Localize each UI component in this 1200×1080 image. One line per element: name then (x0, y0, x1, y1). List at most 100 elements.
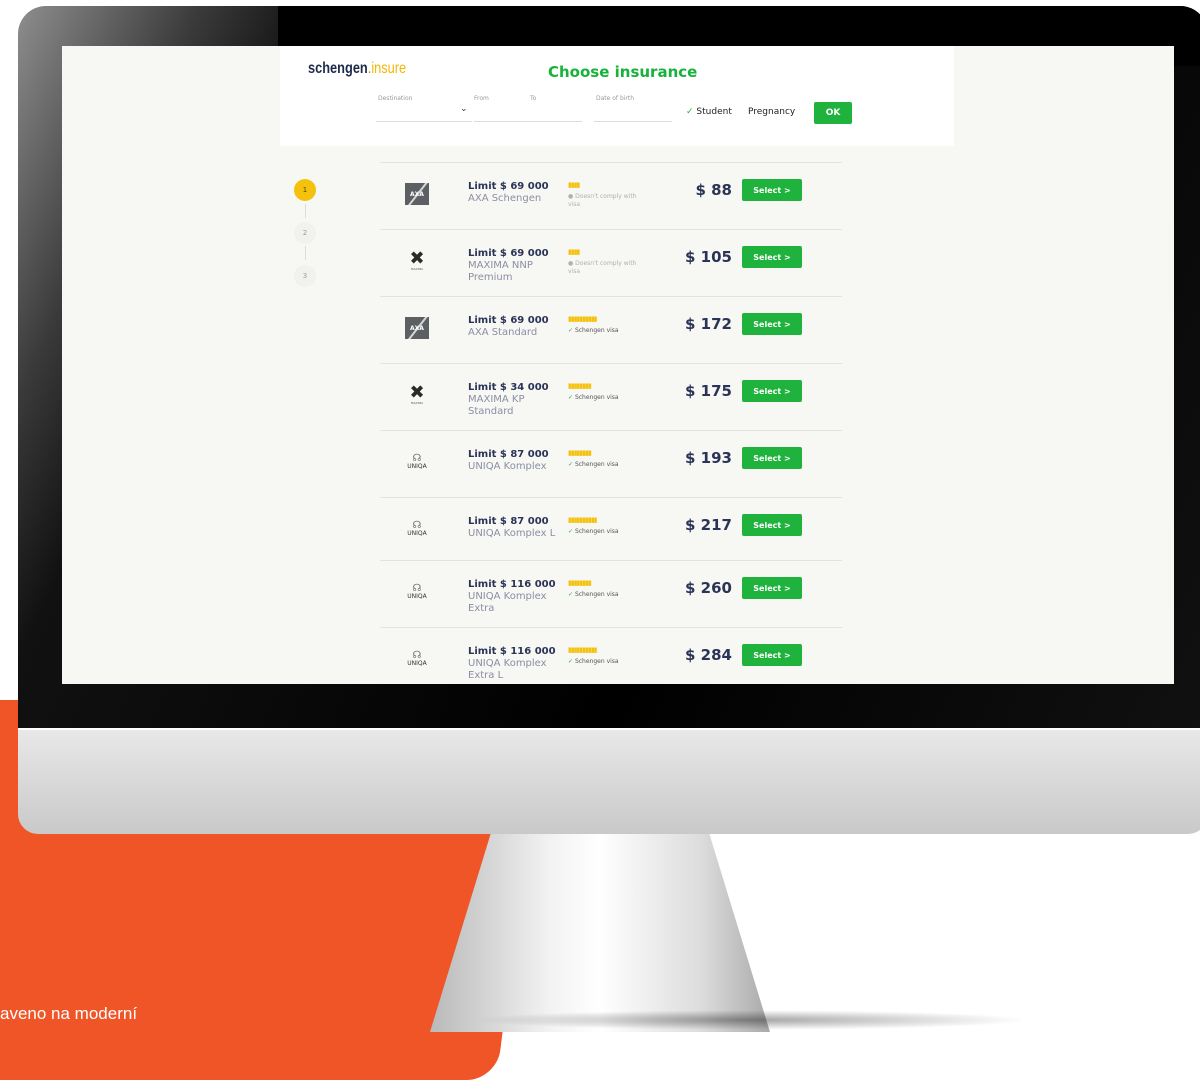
date-range-input[interactable] (474, 121, 582, 122)
price: $ 88 (695, 181, 732, 199)
step-connector (305, 246, 306, 260)
offer-row: ☊ UNIQA Limit $ 116 000 UNIQA Komplex Ext… (380, 627, 842, 684)
provider-logo: ✖ MAXIMA (400, 382, 434, 408)
provider-logo: ☊ UNIQA (400, 646, 434, 672)
select-button[interactable]: Select > (742, 514, 802, 536)
provider-logo: ☊ UNIQA (400, 516, 434, 542)
uniqa-logo: ☊ UNIQA (407, 520, 427, 538)
uniqa-logo: ☊ UNIQA (407, 650, 427, 668)
product-name: UNIQA Komplex Extra (468, 591, 547, 614)
rating-bars: ▮▮▮▮ (568, 248, 580, 256)
monitor-chin (18, 728, 1200, 834)
provider-logo: AXA (400, 181, 434, 207)
step-connector (305, 204, 306, 218)
uniqa-logo: ☊ UNIQA (407, 453, 427, 471)
visa-status: ● Doesn't comply with visa (568, 193, 637, 208)
offer-list: AXA Limit $ 69 000 AXA Schengen ▮▮▮▮ ● D… (380, 162, 842, 684)
dob-input[interactable] (594, 121, 672, 122)
select-button[interactable]: Select > (742, 447, 802, 469)
check-icon: ✓ (568, 327, 574, 334)
provider-logo: ☊ UNIQA (400, 449, 434, 475)
axa-logo: AXA (405, 317, 429, 339)
ok-button[interactable]: OK (814, 102, 852, 124)
visa-status: ● Doesn't comply with visa (568, 260, 637, 275)
product-name: UNIQA Komplex Extra L (468, 658, 547, 681)
app-screen: schengen.insure Choose insurance Destina… (62, 46, 1174, 684)
page-caption: aveno na moderní (0, 1004, 138, 1023)
offer-row: ☊ UNIQA Limit $ 87 000 UNIQA Komplex ▮▮▮▮… (380, 430, 842, 497)
maxima-logo: ✖ MAXIMA (409, 248, 425, 272)
check-icon: ✓ (568, 658, 574, 665)
visa-status: ✓ Schengen visa (568, 591, 619, 598)
to-label: To (530, 95, 537, 102)
student-checkbox[interactable]: ✓ Student (686, 107, 732, 117)
schengen-insure-logo[interactable]: schengen.insure (308, 60, 406, 78)
pregnancy-checkbox[interactable]: Pregnancy (748, 107, 795, 117)
product-name: MAXIMA KP Standard (468, 394, 525, 417)
price: $ 105 (685, 248, 732, 266)
product-name: MAXIMA NNP Premium (468, 260, 533, 283)
check-icon: ✓ (686, 107, 694, 117)
product-name: UNIQA Komplex (468, 461, 547, 472)
offer-row: ✖ MAXIMA Limit $ 69 000 MAXIMA NNP Premiu… (380, 229, 842, 296)
select-button[interactable]: Select > (742, 179, 802, 201)
price: $ 193 (685, 449, 732, 467)
product-name: AXA Schengen (468, 193, 542, 204)
price: $ 217 (685, 516, 732, 534)
rating-bars: ▮▮▮▮▮▮▮▮ (568, 449, 592, 457)
step-2[interactable]: 2 (294, 222, 316, 244)
offer-row: ☊ UNIQA Limit $ 87 000 UNIQA Komplex L ▮▮… (380, 497, 842, 560)
step-1[interactable]: 1 (294, 179, 316, 201)
offer-row: ✖ MAXIMA Limit $ 34 000 MAXIMA KP Standar… (380, 363, 842, 430)
provider-logo: ☊ UNIQA (400, 579, 434, 605)
select-button[interactable]: Select > (742, 577, 802, 599)
rating-bars: ▮▮▮▮▮▮▮▮ (568, 579, 592, 587)
price: $ 284 (685, 646, 732, 664)
coverage-limit: Limit $ 87 000 (468, 449, 549, 460)
check-icon: ✓ (568, 461, 574, 468)
offer-row: ☊ UNIQA Limit $ 116 000 UNIQA Komplex Ext… (380, 560, 842, 627)
destination-select[interactable] (376, 121, 472, 122)
rating-bars: ▮▮▮▮▮▮▮▮▮▮ (568, 646, 598, 654)
offer-row: AXA Limit $ 69 000 AXA Standard ▮▮▮▮▮▮▮▮… (380, 296, 842, 363)
price: $ 260 (685, 579, 732, 597)
coverage-limit: Limit $ 69 000 (468, 181, 549, 192)
rating-bars: ▮▮▮▮▮▮▮▮▮▮ (568, 315, 598, 323)
coverage-limit: Limit $ 87 000 (468, 516, 549, 527)
select-button[interactable]: Select > (742, 380, 802, 402)
info-icon: ● (568, 193, 574, 200)
coverage-limit: Limit $ 116 000 (468, 579, 556, 590)
step-3[interactable]: 3 (294, 265, 316, 287)
axa-logo: AXA (405, 183, 429, 205)
visa-status: ✓ Schengen visa (568, 394, 619, 401)
product-name: UNIQA Komplex L (468, 528, 556, 539)
product-name: AXA Standard (468, 327, 538, 338)
maxima-logo: ✖ MAXIMA (409, 382, 425, 406)
coverage-limit: Limit $ 34 000 (468, 382, 549, 393)
check-icon: ✓ (568, 528, 574, 535)
visa-status: ✓ Schengen visa (568, 461, 619, 468)
stand-shadow (470, 1010, 1030, 1030)
info-icon: ● (568, 260, 574, 267)
rating-bars: ▮▮▮▮ (568, 181, 580, 189)
check-icon: ✓ (568, 591, 574, 598)
uniqa-logo: ☊ UNIQA (407, 583, 427, 601)
check-icon: ✓ (568, 394, 574, 401)
coverage-limit: Limit $ 116 000 (468, 646, 556, 657)
visa-status: ✓ Schengen visa (568, 658, 619, 665)
coverage-limit: Limit $ 69 000 (468, 315, 549, 326)
provider-logo: AXA (400, 315, 434, 341)
select-button[interactable]: Select > (742, 246, 802, 268)
dob-label: Date of birth (596, 95, 635, 102)
chevron-down-icon[interactable]: ⌄ (460, 104, 468, 114)
price: $ 172 (685, 315, 732, 333)
select-button[interactable]: Select > (742, 644, 802, 666)
price: $ 175 (685, 382, 732, 400)
from-label: From (474, 95, 489, 102)
rating-bars: ▮▮▮▮▮▮▮▮▮▮ (568, 516, 598, 524)
select-button[interactable]: Select > (742, 313, 802, 335)
destination-label: Destination (378, 95, 413, 102)
coverage-limit: Limit $ 69 000 (468, 248, 549, 259)
visa-status: ✓ Schengen visa (568, 327, 619, 334)
provider-logo: ✖ MAXIMA (400, 248, 434, 274)
